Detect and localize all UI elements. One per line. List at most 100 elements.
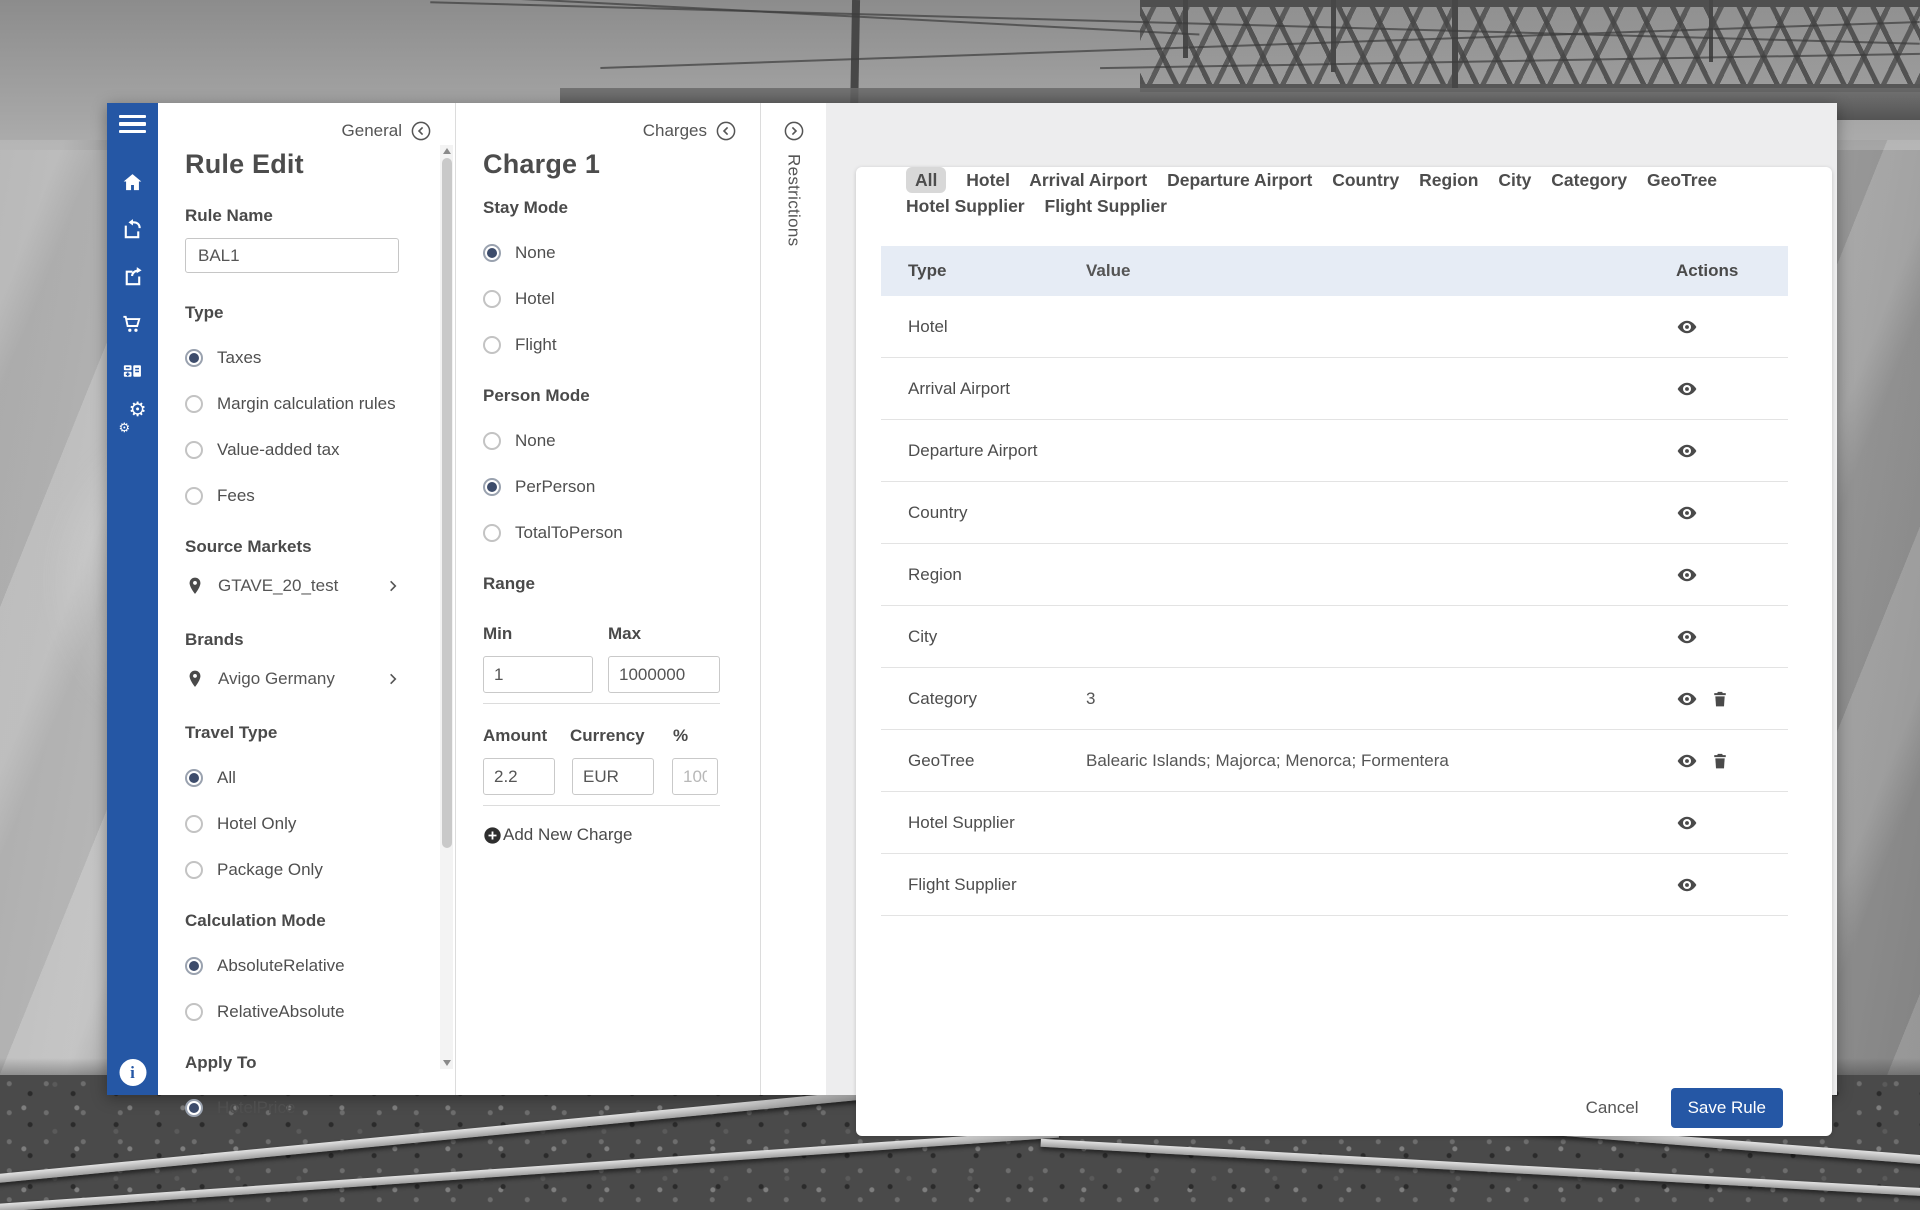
calculation-mode-radio-group: AbsoluteRelative RelativeAbsolute	[185, 955, 415, 1023]
radio-option-value-added-tax[interactable]: Value-added tax	[185, 439, 415, 461]
calculator-icon[interactable]	[121, 359, 144, 382]
trash-icon	[1710, 689, 1730, 709]
charge-title: Charge 1	[483, 149, 720, 180]
radio-button	[483, 244, 501, 262]
filter-tab-region[interactable]: Region	[1419, 170, 1478, 190]
filter-tab-category[interactable]: Category	[1551, 170, 1627, 190]
filter-tab-departure-airport[interactable]: Departure Airport	[1167, 170, 1312, 190]
cancel-button[interactable]: Cancel	[1586, 1098, 1639, 1118]
app-window: ⚙⚙ i General Rule Edit Rule Name Type Ta…	[107, 103, 1837, 1095]
rule-name-label: Rule Name	[185, 206, 415, 226]
general-panel: General Rule Edit Rule Name Type TaxesMa…	[158, 103, 456, 1095]
view-button[interactable]	[1676, 378, 1698, 400]
radio-button	[483, 290, 501, 308]
menu-icon[interactable]	[119, 115, 146, 133]
radio-option-fees[interactable]: Fees	[185, 485, 415, 507]
apply-to-radio-group: HotelPrice	[185, 1097, 415, 1119]
view-button[interactable]	[1676, 626, 1698, 648]
row-actions	[1676, 440, 1788, 462]
row-type: Region	[881, 565, 1086, 585]
view-button[interactable]	[1676, 688, 1698, 710]
chevron-right-icon	[385, 671, 401, 687]
radio-option-flight[interactable]: Flight	[483, 334, 720, 356]
radio-option-all[interactable]: All	[185, 767, 415, 789]
rule-name-input[interactable]	[185, 238, 399, 273]
import-icon[interactable]	[121, 218, 144, 241]
filter-tab-arrival-airport[interactable]: Arrival Airport	[1029, 170, 1147, 190]
view-button[interactable]	[1676, 316, 1698, 338]
table-body: HotelArrival AirportDeparture AirportCou…	[881, 296, 1788, 916]
view-button[interactable]	[1676, 750, 1698, 772]
radio-label: Taxes	[217, 348, 261, 368]
radio-option-hotel[interactable]: Hotel	[483, 288, 720, 310]
radio-option-taxes[interactable]: Taxes	[185, 347, 415, 369]
radio-option-package-only[interactable]: Package Only	[185, 859, 415, 881]
filter-tab-flight-supplier[interactable]: Flight Supplier	[1045, 196, 1168, 216]
general-scrollbar[interactable]	[440, 145, 453, 1069]
page-title: Rule Edit	[185, 149, 415, 180]
filter-tab-all[interactable]: All	[906, 167, 946, 193]
view-button[interactable]	[1676, 440, 1698, 462]
radio-option-absoluterelative[interactable]: AbsoluteRelative	[185, 955, 415, 977]
currency-label: Currency	[570, 726, 673, 746]
table-row-city: City	[881, 606, 1788, 668]
radio-label: Package Only	[217, 860, 323, 880]
radio-label: None	[515, 431, 556, 451]
view-button[interactable]	[1676, 502, 1698, 524]
save-rule-button[interactable]: Save Rule	[1671, 1088, 1783, 1128]
radio-option-margin-calculation-rules[interactable]: Margin calculation rules	[185, 393, 415, 415]
scroll-down-icon[interactable]	[443, 1060, 451, 1066]
radio-button	[185, 957, 203, 975]
collapse-general-icon[interactable]	[411, 121, 431, 141]
row-type: Departure Airport	[881, 441, 1086, 461]
info-icon[interactable]: i	[119, 1059, 146, 1086]
range-min-input[interactable]	[483, 656, 593, 693]
delete-button[interactable]	[1709, 688, 1731, 710]
view-button[interactable]	[1676, 812, 1698, 834]
radio-label: Hotel	[515, 289, 555, 309]
radio-label: Fees	[217, 486, 255, 506]
map-pin-icon	[185, 573, 205, 599]
export-icon[interactable]	[121, 265, 144, 288]
filter-tab-geotree[interactable]: GeoTree	[1647, 170, 1717, 190]
col-actions: Actions	[1676, 261, 1788, 281]
eye-icon	[1676, 378, 1698, 400]
gears-icon[interactable]: ⚙⚙	[121, 406, 145, 430]
radio-option-none[interactable]: None	[483, 242, 720, 264]
view-button[interactable]	[1676, 564, 1698, 586]
currency-input[interactable]	[572, 758, 654, 795]
delete-button[interactable]	[1709, 750, 1731, 772]
range-max-input[interactable]	[608, 656, 720, 693]
percent-input[interactable]	[672, 758, 718, 795]
cart-icon[interactable]	[121, 312, 144, 335]
radio-button	[185, 815, 203, 833]
radio-option-hotelprice[interactable]: HotelPrice	[185, 1097, 415, 1119]
travel-type-label: Travel Type	[185, 723, 415, 743]
eye-icon	[1676, 750, 1698, 772]
radio-label: RelativeAbsolute	[217, 1002, 345, 1022]
add-new-charge-button[interactable]: Add New Charge	[483, 825, 720, 845]
filter-tab-country[interactable]: Country	[1332, 170, 1399, 190]
amount-input[interactable]	[483, 758, 555, 795]
radio-option-totaltoperson[interactable]: TotalToPerson	[483, 522, 720, 544]
filter-tab-city[interactable]: City	[1498, 170, 1531, 190]
radio-option-hotel-only[interactable]: Hotel Only	[185, 813, 415, 835]
radio-option-none[interactable]: None	[483, 430, 720, 452]
row-actions	[1676, 378, 1788, 400]
radio-label: Hotel Only	[217, 814, 296, 834]
brands-picker[interactable]: Avigo Germany	[185, 665, 415, 693]
view-button[interactable]	[1676, 874, 1698, 896]
radio-option-relativeabsolute[interactable]: RelativeAbsolute	[185, 1001, 415, 1023]
radio-option-perperson[interactable]: PerPerson	[483, 476, 720, 498]
filter-tab-hotel-supplier[interactable]: Hotel Supplier	[906, 196, 1025, 216]
source-markets-picker[interactable]: GTAVE_20_test	[185, 572, 415, 600]
collapse-charges-icon[interactable]	[716, 121, 736, 141]
filter-tab-hotel[interactable]: Hotel	[966, 170, 1010, 190]
table-row-flight-supplier: Flight Supplier	[881, 854, 1788, 916]
home-icon[interactable]	[121, 171, 144, 194]
scrollbar-thumb[interactable]	[442, 158, 452, 848]
expand-restrictions-icon[interactable]	[784, 121, 804, 141]
radio-button	[483, 432, 501, 450]
scroll-up-icon[interactable]	[443, 148, 451, 154]
radio-button	[483, 478, 501, 496]
